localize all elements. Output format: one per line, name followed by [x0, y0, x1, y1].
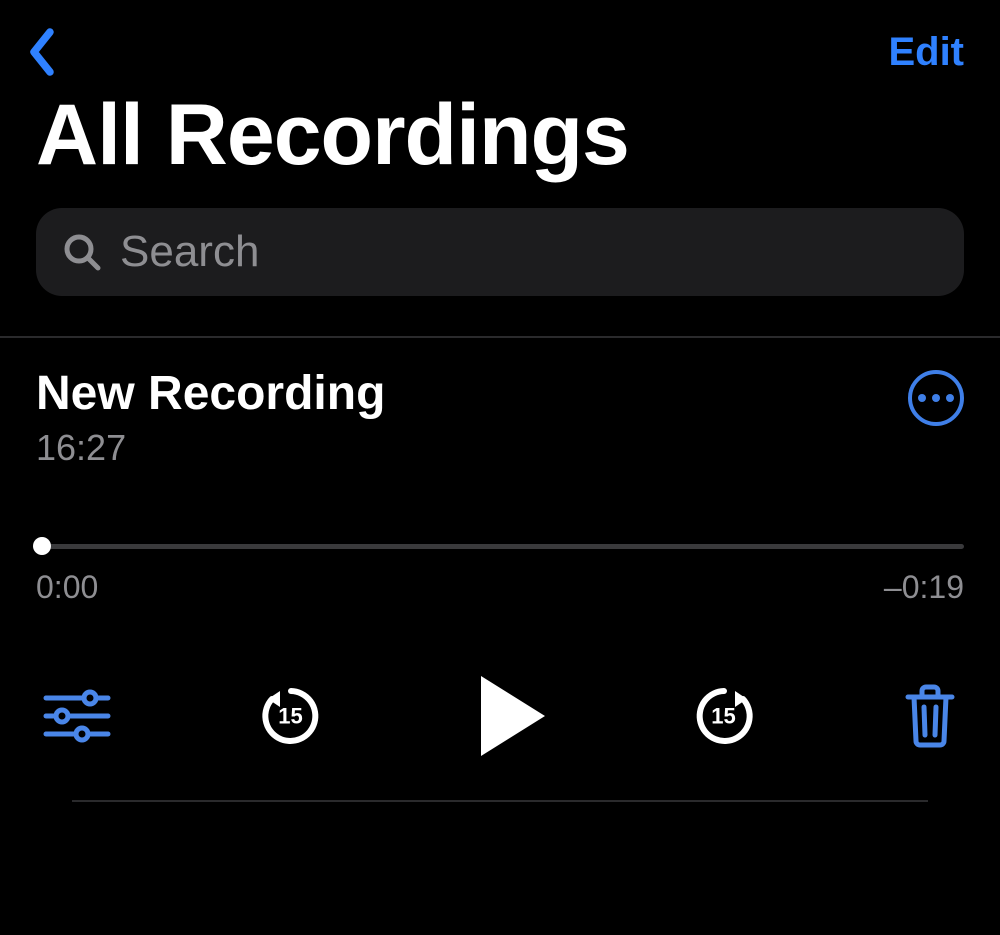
more-options-button[interactable]	[908, 370, 964, 426]
back-button[interactable]	[18, 28, 66, 76]
playback-scrubber[interactable]	[36, 541, 964, 551]
edit-button[interactable]: Edit	[888, 30, 964, 75]
scrubber-knob[interactable]	[33, 537, 51, 555]
ellipsis-icon	[918, 394, 926, 402]
skip-forward-button[interactable]: 15	[689, 681, 759, 751]
search-field-container[interactable]	[36, 208, 964, 296]
recording-item[interactable]: New Recording 16:27 0:00 –0:19	[0, 338, 1000, 802]
settings-button[interactable]	[42, 686, 112, 746]
play-button[interactable]	[469, 676, 545, 756]
skip-back-button[interactable]: 15	[256, 681, 326, 751]
scrubber-track	[36, 544, 964, 549]
sliders-icon	[42, 686, 112, 746]
chevron-left-icon	[28, 28, 56, 76]
controls-divider	[72, 800, 928, 802]
skip-forward-amount: 15	[711, 704, 735, 730]
remaining-time: –0:19	[884, 569, 964, 606]
search-input[interactable]	[118, 226, 938, 278]
recording-title: New Recording	[36, 368, 385, 421]
play-icon	[481, 676, 545, 756]
delete-button[interactable]	[902, 683, 958, 749]
page-title: All Recordings	[0, 86, 1000, 208]
elapsed-time: 0:00	[36, 569, 98, 606]
skip-back-amount: 15	[278, 704, 302, 730]
search-icon	[62, 232, 102, 272]
trash-icon	[902, 683, 958, 749]
recording-timestamp: 16:27	[36, 427, 385, 469]
